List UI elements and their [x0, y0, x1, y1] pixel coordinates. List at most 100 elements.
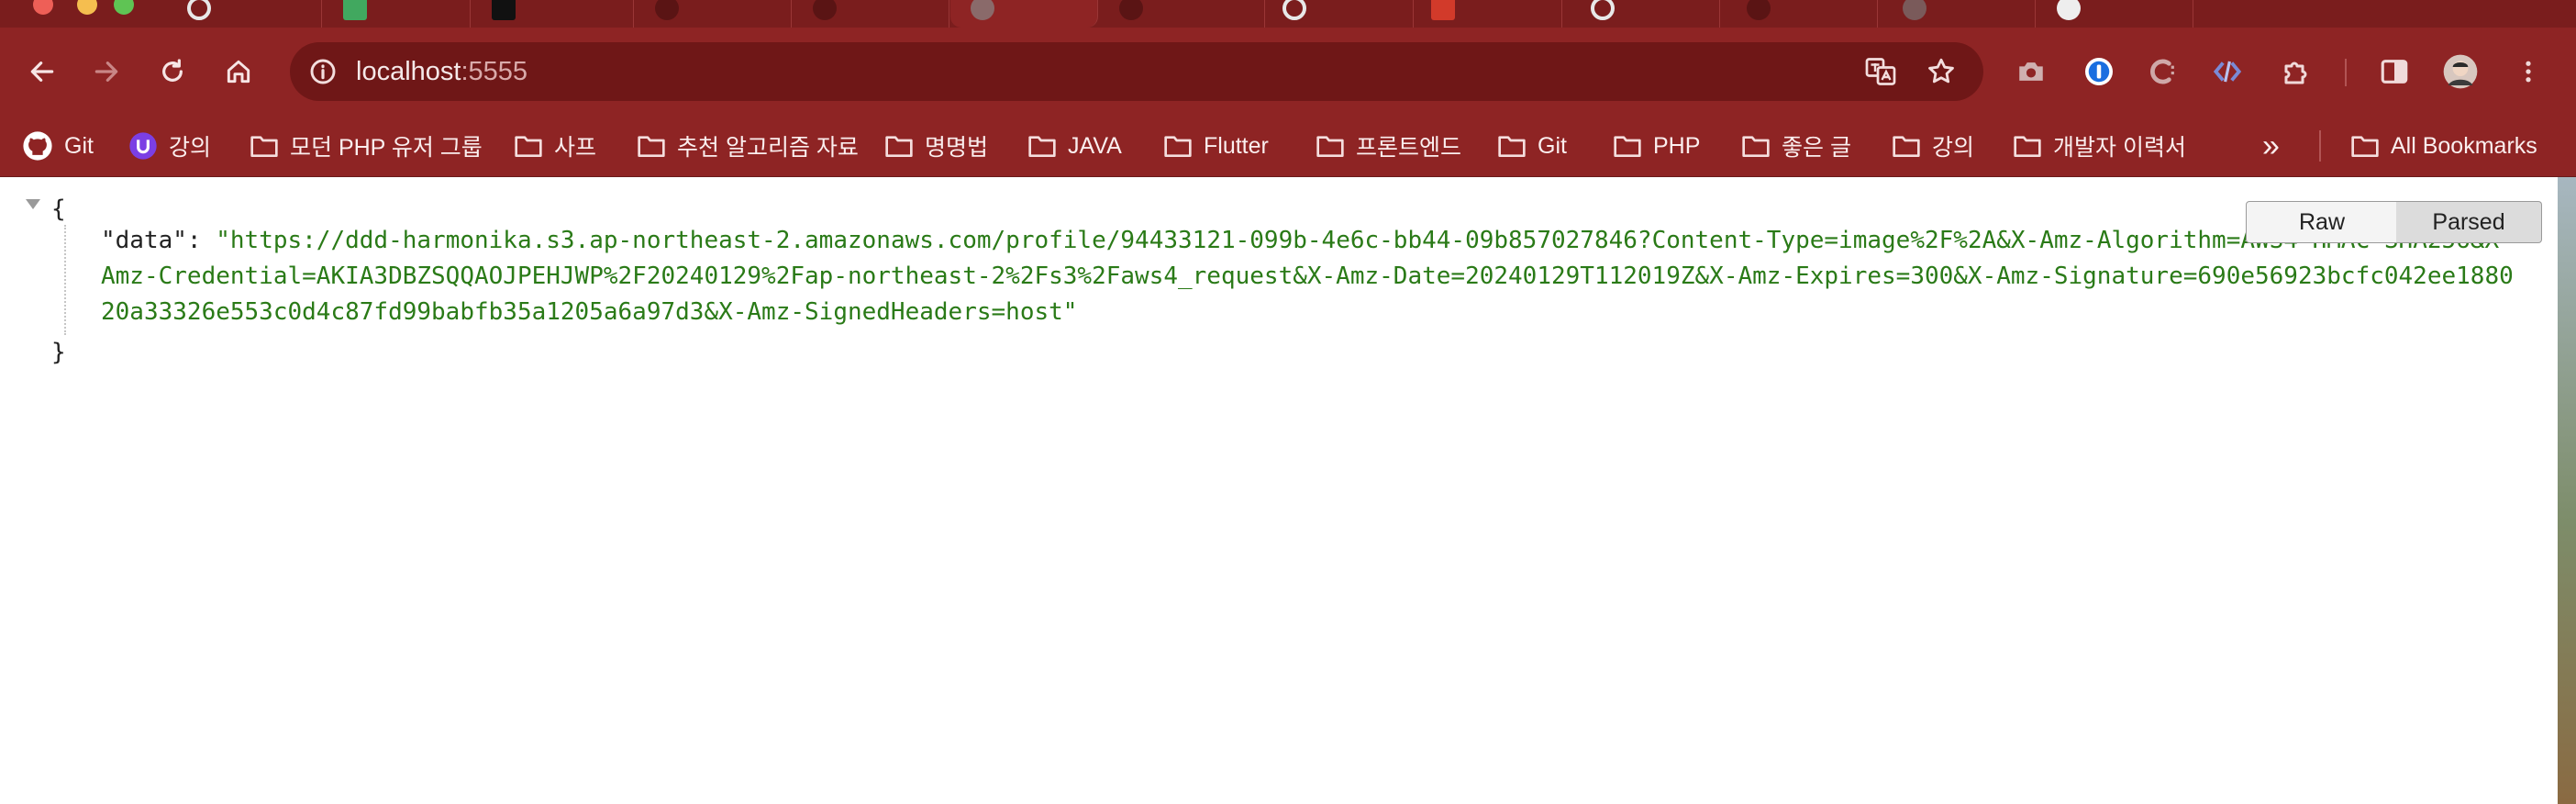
all-bookmarks-button[interactable]: All Bookmarks: [2350, 116, 2537, 176]
toolbar-divider: [2345, 59, 2347, 86]
tab-favicon-icon: [2057, 0, 2081, 20]
browser-tab[interactable]: [793, 0, 949, 28]
bookmark-folder[interactable]: Git: [1497, 116, 1567, 176]
browser-tab[interactable]: [1563, 0, 1720, 28]
browser-tab[interactable]: [472, 0, 634, 28]
screenshot-extension-button[interactable]: [2009, 50, 2053, 94]
tab-strip: [0, 0, 2576, 28]
parsed-view-button[interactable]: Parsed: [2396, 201, 2542, 243]
raw-view-button[interactable]: Raw: [2246, 201, 2398, 243]
c-extension-button[interactable]: [2141, 50, 2185, 94]
json-property-data: "data": "https://ddd-harmonika.s3.ap-nor…: [101, 223, 2523, 330]
tab-favicon-icon: [343, 0, 367, 20]
collapse-toggle-icon[interactable]: [26, 199, 40, 209]
browser-toolbar: localhost:5555: [0, 28, 2576, 116]
bookmarks-divider: [2319, 130, 2321, 162]
close-window-button[interactable]: [33, 0, 53, 15]
translate-button[interactable]: [1862, 53, 1899, 90]
menu-button[interactable]: [2506, 50, 2550, 94]
desktop-background-edge: [2558, 177, 2576, 804]
tab-favicon-icon: [1591, 0, 1615, 20]
browser-tab[interactable]: [2194, 0, 2506, 28]
parsed-label: Parsed: [2432, 208, 2505, 235]
bookmark-label: 프론트엔드: [1356, 135, 1462, 161]
extensions-button[interactable]: [2275, 50, 2319, 94]
browser-tab[interactable]: [323, 0, 471, 28]
reload-button[interactable]: [145, 44, 200, 99]
tab-favicon-icon: [1747, 0, 1771, 20]
url-host: localhost: [356, 57, 461, 86]
puzzle-icon: [2284, 61, 2307, 84]
bookmark-folder[interactable]: 사프: [514, 116, 596, 176]
dev-extension-button[interactable]: [2205, 50, 2249, 94]
browser-tab[interactable]: [1266, 0, 1414, 28]
browser-tab[interactable]: [1879, 0, 2036, 28]
bookmark-folder[interactable]: 프론트엔드: [1316, 116, 1461, 176]
bookmark-label: 좋은 글: [1782, 135, 1851, 161]
bookmark-lecture[interactable]: 강의: [128, 116, 211, 176]
forward-button[interactable]: [79, 44, 134, 99]
arrow-left-icon: [30, 61, 54, 82]
bookmark-folder[interactable]: JAVA: [1027, 116, 1122, 176]
maximize-window-button[interactable]: [114, 0, 134, 15]
folder-icon: [1893, 136, 1920, 157]
bookmark-label: 사프: [554, 135, 597, 161]
kebab-menu-icon: [2526, 61, 2531, 83]
bookmark-folder[interactable]: 모던 PHP 유저 그룹: [250, 116, 483, 176]
folder-icon: [1498, 136, 1526, 157]
folder-icon: [2014, 136, 2041, 157]
minimize-window-button[interactable]: [77, 0, 97, 15]
bookmarks-bar: Git 강의 모던 PHP 유저 그룹 사프 추천 알고리즘 자료 명명법 JA…: [0, 116, 2576, 177]
home-icon: [227, 60, 250, 84]
browser-tab[interactable]: [1415, 0, 1562, 28]
profile-button[interactable]: [2438, 50, 2482, 94]
password-manager-extension-button[interactable]: [2077, 50, 2121, 94]
folder-icon: [250, 136, 278, 157]
double-chevron-icon: »: [2262, 128, 2280, 163]
back-button[interactable]: [15, 44, 70, 99]
tab-favicon-icon: [187, 0, 211, 20]
json-string-value[interactable]: "https://ddd-harmonika.s3.ap-northeast-2…: [101, 227, 2514, 326]
browser-tab[interactable]: [2037, 0, 2193, 28]
translate-icon: [1865, 58, 1896, 85]
bookmark-label: PHP: [1653, 132, 1701, 159]
arrow-right-icon: [94, 61, 118, 82]
browser-tab[interactable]: [1721, 0, 1878, 28]
folder-icon: [2351, 136, 2379, 157]
url-text[interactable]: localhost:5555: [356, 42, 527, 101]
bookmark-folder[interactable]: 강의: [1892, 116, 1974, 176]
bookmark-folder[interactable]: 좋은 글: [1741, 116, 1851, 176]
home-button[interactable]: [211, 44, 266, 99]
bookmark-folder[interactable]: 명명법: [884, 116, 988, 176]
bookmark-label: Git: [1538, 132, 1567, 159]
bookmark-folder[interactable]: PHP: [1613, 116, 1700, 176]
browser-tab-active[interactable]: [950, 0, 1098, 28]
tab-favicon-icon: [1431, 0, 1455, 20]
bookmark-star-button[interactable]: [1923, 53, 1960, 90]
close-brace: }: [51, 339, 66, 366]
site-info-button[interactable]: [306, 55, 339, 88]
raw-label: Raw: [2298, 208, 2345, 235]
browser-tab[interactable]: [635, 0, 792, 28]
code-extension-icon: [2213, 61, 2242, 83]
tab-favicon-icon: [655, 0, 679, 20]
side-panel-icon: [2381, 60, 2408, 84]
bookmark-label: 강의: [169, 135, 212, 161]
tab-favicon-icon: [1119, 0, 1143, 20]
reload-icon: [162, 59, 183, 82]
indent-guide: [64, 225, 66, 335]
address-bar[interactable]: localhost:5555: [290, 42, 1983, 101]
github-icon: [23, 131, 52, 161]
bookmark-git[interactable]: Git: [22, 116, 94, 176]
browser-tab[interactable]: [1099, 0, 1265, 28]
folder-icon: [1742, 136, 1770, 157]
bookmark-folder[interactable]: Flutter: [1163, 116, 1269, 176]
open-brace: {: [51, 195, 66, 223]
bookmark-folder[interactable]: 추천 알고리즘 자료: [637, 116, 859, 176]
browser-tab[interactable]: [174, 0, 322, 28]
camera-icon: [2019, 62, 2043, 81]
avatar: [2443, 54, 2478, 89]
bookmarks-overflow-button[interactable]: »: [2262, 116, 2280, 176]
side-panel-button[interactable]: [2372, 50, 2416, 94]
bookmark-folder[interactable]: 개발자 이력서: [2013, 116, 2186, 176]
